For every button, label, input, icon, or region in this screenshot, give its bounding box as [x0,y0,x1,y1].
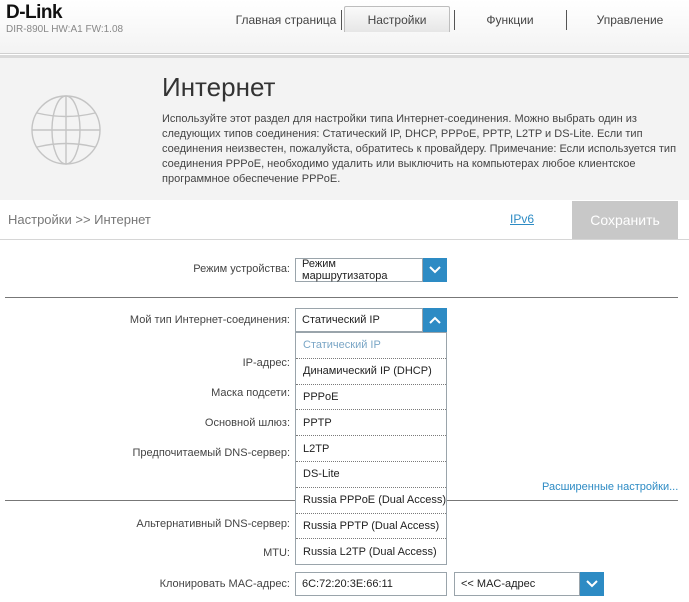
nav-separator [566,10,567,30]
breadcrumb-bar: Настройки >> Интернет IPv6 Сохранить [0,200,689,240]
device-mode-label: Режим устройства: [193,263,290,275]
dropdown-option[interactable]: PPTP [296,410,446,437]
nav-management[interactable]: Управление [582,8,678,32]
subnet-mask-label: Маска подсети: [211,387,290,399]
dropdown-option[interactable]: Динамический IP (DHCP) [296,359,446,385]
dropdown-option[interactable]: DS-Lite [296,462,446,488]
nav-separator [341,10,342,30]
chevron-down-icon[interactable] [423,258,447,282]
dropdown-option[interactable]: Russia PPPoE (Dual Access) [296,488,446,514]
conn-type-label: Мой тип Интернет-соединения: [129,314,290,326]
advanced-settings-link[interactable]: Расширенные настройки... [542,481,678,493]
nav-home[interactable]: Главная страница [232,8,340,32]
clone-mac-label: Клонировать MAC-адрес: [159,578,290,590]
section-divider [5,297,678,298]
dropdown-option[interactable]: Статический IP [296,333,446,359]
save-button[interactable]: Сохранить [572,201,678,239]
dropdown-option[interactable]: Russia L2TP (Dual Access) [296,539,446,565]
ip-address-label: IP-адрес: [242,357,290,369]
page-hero: Интернет Используйте этот раздел для нас… [0,55,689,200]
page-title: Интернет [162,72,276,102]
ipv6-link[interactable]: IPv6 [510,212,534,226]
dropdown-option[interactable]: Russia PPTP (Dual Access) [296,514,446,540]
model-info: DIR-890L HW:A1 FW:1.08 [6,24,124,35]
gateway-label: Основной шлюз: [204,417,290,429]
top-header: D-Link DIR-890L HW:A1 FW:1.08 Главная ст… [0,0,689,54]
preferred-dns-label: Предпочитаемый DNS-сервер: [132,447,290,459]
device-mode-select[interactable]: Режим маршрутизатора [295,258,423,282]
mac-source-select[interactable]: << MAC-адрес [454,572,580,596]
globe-icon [31,95,101,165]
page-description: Используйте этот раздел для настройки ти… [162,113,677,185]
nav-settings[interactable]: Настройки [344,6,450,32]
mtu-label: MTU: [263,547,290,559]
chevron-down-icon[interactable] [580,572,604,596]
nav-separator [454,10,455,30]
chevron-up-icon[interactable] [423,308,447,332]
breadcrumb: Настройки >> Интернет [8,212,151,227]
dropdown-option[interactable]: L2TP [296,436,446,462]
dlink-logo: D-Link [6,2,63,23]
dropdown-option[interactable]: PPPoE [296,385,446,411]
conn-type-select[interactable]: Статический IP [295,308,423,332]
nav-features[interactable]: Функции [470,8,550,32]
mac-address-input[interactable]: 6C:72:20:3E:66:11 [295,572,447,596]
conn-type-dropdown-list: Статический IP Динамический IP (DHCP) PP… [295,332,447,565]
alternate-dns-label: Альтернативный DNS-сервер: [136,518,290,530]
